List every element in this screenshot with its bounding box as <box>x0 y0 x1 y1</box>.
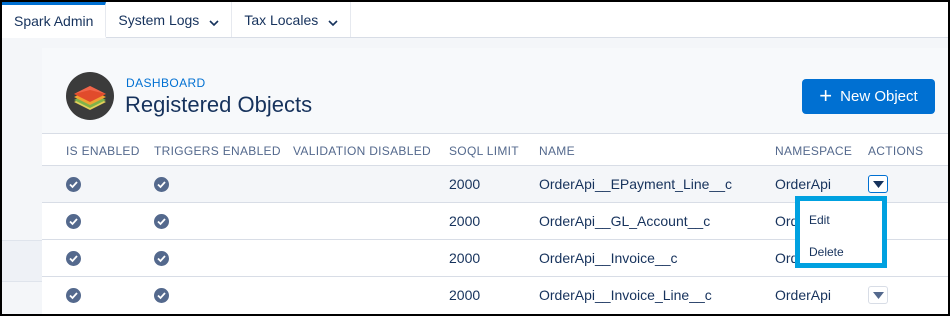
check-circle-icon <box>154 288 169 303</box>
tab-bar: Spark Admin System Logs Tax Locales <box>2 2 948 38</box>
table-header: IS ENABLED TRIGGERS ENABLED VALIDATION D… <box>42 135 948 165</box>
soql-limit-cell: 2000 <box>449 213 481 229</box>
name-cell: OrderApi__GL_Account__c <box>539 213 711 229</box>
column-header-soql-limit[interactable]: SOQL LIMIT <box>449 144 519 158</box>
column-header-validation-disabled[interactable]: VALIDATION DISABLED <box>293 144 431 158</box>
menu-item-edit[interactable]: Edit <box>809 213 830 227</box>
column-header-actions: ACTIONS <box>868 144 924 158</box>
check-circle-icon <box>66 214 81 229</box>
breadcrumb[interactable]: DASHBOARD <box>126 76 206 90</box>
name-cell: OrderApi__Invoice_Line__c <box>539 287 712 303</box>
name-cell: OrderApi__EPayment_Line__c <box>539 176 733 192</box>
menu-item-delete[interactable]: Delete <box>809 245 844 259</box>
new-object-button[interactable]: + New Object <box>802 79 935 114</box>
chevron-down-icon[interactable] <box>328 15 338 26</box>
tab-tax-locales[interactable]: Tax Locales <box>232 2 352 37</box>
namespace-cell: OrderApi <box>775 176 832 192</box>
page-background <box>2 38 948 48</box>
row-actions-dropdown[interactable] <box>868 175 888 193</box>
check-circle-icon <box>154 177 169 192</box>
registered-objects-card: DASHBOARD Registered Objects + New Objec… <box>42 48 948 314</box>
name-cell: OrderApi__Invoice__c <box>539 250 678 266</box>
check-circle-icon <box>154 214 169 229</box>
soql-limit-cell: 2000 <box>449 176 481 192</box>
soql-limit-cell: 2000 <box>449 250 481 266</box>
tab-label: Tax Locales <box>244 11 319 28</box>
row-actions-menu: Edit Delete <box>795 196 887 268</box>
left-gutter <box>2 48 42 314</box>
column-header-namespace[interactable]: NAMESPACE <box>775 144 852 158</box>
tab-system-logs[interactable]: System Logs <box>106 2 233 37</box>
check-circle-icon <box>66 288 81 303</box>
tab-label: System Logs <box>118 11 200 28</box>
column-header-triggers-enabled[interactable]: TRIGGERS ENABLED <box>154 144 281 158</box>
table-row[interactable]: 2000 OrderApi__Invoice_Line__c OrderApi <box>42 276 948 313</box>
new-object-label: New Object <box>840 88 918 105</box>
tab-label: Spark Admin <box>14 12 94 29</box>
plus-icon: + <box>819 82 833 108</box>
column-header-name[interactable]: NAME <box>539 144 575 158</box>
column-header-is-enabled[interactable]: IS ENABLED <box>66 144 140 158</box>
gutter-highlight <box>2 240 42 282</box>
chevron-down-icon[interactable] <box>209 15 219 26</box>
layers-stack-icon <box>66 72 114 120</box>
check-circle-icon <box>154 251 169 266</box>
row-actions-dropdown[interactable] <box>868 286 888 304</box>
page-title: Registered Objects <box>125 92 313 117</box>
check-circle-icon <box>66 251 81 266</box>
check-circle-icon <box>66 177 81 192</box>
namespace-cell: OrderApi <box>775 287 832 303</box>
tab-spark-admin[interactable]: Spark Admin <box>2 2 107 38</box>
card-header: DASHBOARD Registered Objects + New Objec… <box>42 48 948 134</box>
soql-limit-cell: 2000 <box>449 287 481 303</box>
